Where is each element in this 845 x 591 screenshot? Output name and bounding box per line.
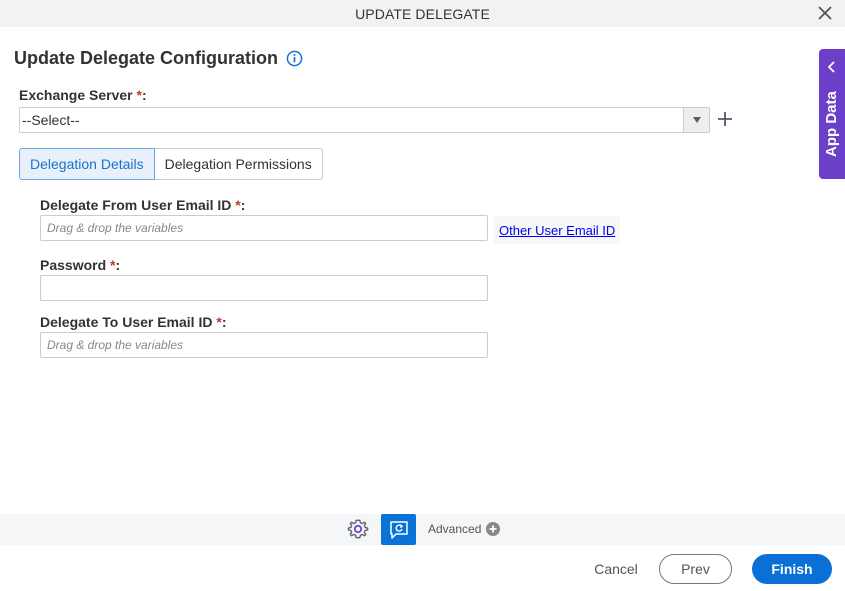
- bottom-toolbar: [0, 514, 845, 545]
- gear-icon[interactable]: [347, 518, 369, 540]
- label-suffix: :: [115, 257, 121, 273]
- exchange-server-select[interactable]: --Select--: [19, 107, 710, 133]
- label-text: Exchange Server: [19, 87, 137, 103]
- finish-button[interactable]: Finish: [752, 554, 832, 584]
- label-text: Delegate To User Email ID: [40, 314, 217, 330]
- password-input[interactable]: [40, 275, 488, 301]
- from-email-label: Delegate From User Email ID *:: [40, 197, 245, 213]
- tab-bar: Delegation Details Delegation Permission…: [19, 148, 323, 180]
- tab-delegation-permissions[interactable]: Delegation Permissions: [154, 148, 323, 180]
- label-text: Password: [40, 257, 111, 273]
- exchange-server-label: Exchange Server *:: [19, 87, 147, 103]
- chevron-left-icon: [827, 61, 835, 73]
- dropdown-arrow-icon[interactable]: [683, 108, 709, 132]
- page-title: Update Delegate Configuration: [14, 48, 303, 69]
- exchange-server-value: --Select--: [22, 112, 80, 128]
- page-title-text: Update Delegate Configuration: [14, 48, 279, 68]
- from-email-input[interactable]: Drag & drop the variables: [40, 215, 488, 241]
- to-email-label: Delegate To User Email ID *:: [40, 314, 226, 330]
- info-icon[interactable]: [286, 50, 303, 67]
- other-user-email-link-container: Other User Email ID: [494, 216, 621, 244]
- plus-icon[interactable]: [716, 110, 734, 128]
- app-data-panel-toggle[interactable]: App Data: [819, 49, 845, 179]
- refresh-chat-button[interactable]: [381, 514, 416, 545]
- chat-refresh-icon: [389, 520, 408, 539]
- label-suffix: :: [240, 197, 246, 213]
- advanced-label: Advanced: [428, 522, 482, 536]
- password-label: Password *:: [40, 257, 120, 273]
- app-data-label: App Data: [823, 91, 840, 157]
- tab-delegation-details[interactable]: Delegation Details: [19, 148, 155, 180]
- plus-circle-icon: [486, 522, 501, 536]
- to-email-input[interactable]: Drag & drop the variables: [40, 332, 488, 358]
- prev-button[interactable]: Prev: [659, 554, 732, 584]
- advanced-toggle[interactable]: Advanced: [428, 522, 501, 536]
- other-user-email-link[interactable]: Other User Email ID: [499, 223, 615, 238]
- close-icon[interactable]: [816, 4, 834, 22]
- dialog-titlebar: UPDATE DELEGATE: [0, 0, 845, 27]
- label-suffix: :: [141, 87, 147, 103]
- dialog-title: UPDATE DELEGATE: [355, 5, 490, 22]
- label-suffix: :: [221, 314, 227, 330]
- cancel-button[interactable]: Cancel: [588, 555, 644, 583]
- label-text: Delegate From User Email ID: [40, 197, 236, 213]
